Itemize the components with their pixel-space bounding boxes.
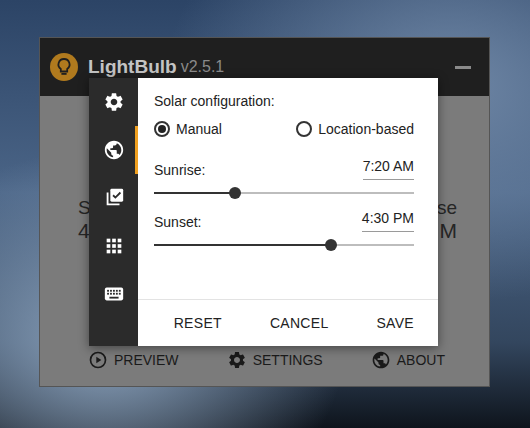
- toolbar-label: PREVIEW: [114, 352, 179, 368]
- sidebar-item[interactable]: [89, 78, 138, 126]
- desktop: LightBulbv2.5.1S4:seMPREVIEWSETTINGSABOU…: [0, 0, 530, 428]
- time-label: Sunset:: [154, 212, 201, 232]
- dialog-button[interactable]: CANCEL: [246, 307, 353, 339]
- slider-thumb[interactable]: [325, 239, 337, 251]
- keyboard-icon: [103, 283, 125, 305]
- checklist-icon: [103, 187, 125, 209]
- sidebar-item[interactable]: [89, 174, 138, 222]
- settings-dialog: Solar configuration: Manual Location-based…: [89, 78, 438, 346]
- toolbar-button[interactable]: SETTINGS: [227, 350, 323, 370]
- slider-track: [154, 244, 414, 246]
- dialog-button[interactable]: RESET: [150, 307, 246, 339]
- slider-thumb[interactable]: [229, 187, 241, 199]
- time-setting: Sunset: 4:30 PM: [154, 204, 414, 256]
- time-slider[interactable]: [154, 234, 414, 256]
- time-setting: Sunrise: 7:20 AM: [154, 139, 414, 204]
- toolbar-label: SETTINGS: [253, 352, 323, 368]
- radio-label: Location-based: [318, 119, 414, 139]
- toolbar-button[interactable]: ABOUT: [371, 350, 445, 370]
- sunset-block: seM: [437, 197, 457, 243]
- sunset-label: se: [437, 197, 457, 219]
- dialog-footer: RESETCANCELSAVE: [138, 299, 438, 346]
- sidebar: [89, 78, 138, 346]
- toolbar-label: ABOUT: [397, 352, 445, 368]
- play-circle-icon: [88, 350, 108, 370]
- radio-label: Manual: [176, 119, 222, 139]
- sunset-time: M: [440, 219, 458, 243]
- radio-circle-icon: [296, 121, 312, 137]
- grid-icon: [103, 235, 125, 257]
- slider-track: [154, 192, 414, 194]
- time-header: Sunset: 4:30 PM: [154, 208, 414, 232]
- mode-radio[interactable]: Manual: [154, 119, 222, 139]
- dialog-button[interactable]: SAVE: [352, 307, 438, 339]
- bulb-logo-icon: [50, 53, 78, 81]
- slider-fill: [154, 244, 331, 246]
- time-label: Sunrise:: [154, 160, 205, 180]
- sidebar-item[interactable]: [89, 222, 138, 270]
- app-window: LightBulbv2.5.1S4:seMPREVIEWSETTINGSABOU…: [40, 38, 489, 386]
- gear-icon: [227, 350, 247, 370]
- gear-icon: [103, 91, 125, 113]
- mode-radio-group: Manual Location-based: [154, 119, 414, 139]
- globe-icon: [371, 350, 391, 370]
- mode-radio[interactable]: Location-based: [296, 119, 414, 139]
- app-version: v2.5.1: [181, 58, 225, 76]
- app-title: LightBulb: [88, 56, 177, 78]
- sidebar-item[interactable]: [89, 270, 138, 318]
- sidebar-item[interactable]: [89, 126, 138, 174]
- section-title: Solar configuration:: [154, 92, 414, 110]
- time-field[interactable]: 4:30 PM: [362, 208, 414, 232]
- time-header: Sunrise: 7:20 AM: [154, 156, 414, 180]
- settings-panel: Solar configuration: Manual Location-based…: [138, 78, 438, 346]
- slider-fill: [154, 192, 235, 194]
- toolbar: PREVIEW SETTINGS ABOUT: [40, 340, 489, 386]
- minimize-button[interactable]: [455, 66, 471, 69]
- globe-icon: [103, 139, 125, 161]
- radio-circle-icon: [154, 121, 170, 137]
- time-field[interactable]: 7:20 AM: [363, 156, 414, 180]
- time-slider[interactable]: [154, 182, 414, 204]
- toolbar-button[interactable]: PREVIEW: [88, 350, 179, 370]
